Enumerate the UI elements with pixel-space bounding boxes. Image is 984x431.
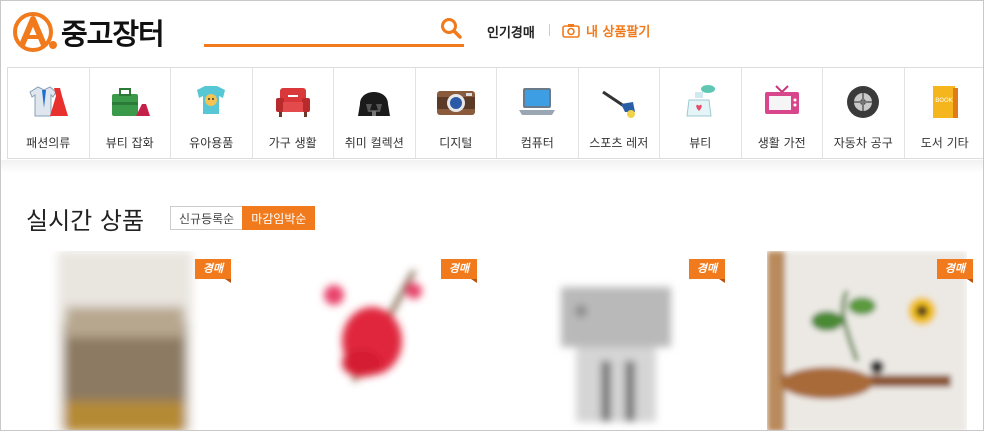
- book-icon: BOOK: [932, 86, 958, 118]
- header-divider: [549, 24, 550, 36]
- category-baby[interactable]: 유아용품: [170, 68, 252, 158]
- category-label: 뷰티: [689, 136, 712, 150]
- sort-ending-soon-button[interactable]: 마감임박순: [242, 206, 316, 230]
- category-label: 생활 가전: [757, 136, 806, 150]
- category-digital[interactable]: 디지털: [414, 68, 497, 158]
- category-appliance[interactable]: 생활 가전: [740, 68, 823, 158]
- category-furniture[interactable]: 가구 생활: [251, 68, 334, 158]
- search-box: [204, 15, 464, 47]
- clothes-icon: [29, 86, 69, 117]
- logo-a-icon: [13, 12, 57, 52]
- category-label: 패션의류: [26, 136, 71, 150]
- baby-onesie-icon: [197, 86, 226, 114]
- category-beauty-goods[interactable]: 뷰티 잡화: [88, 68, 171, 158]
- category-fashion[interactable]: 패션의류: [7, 68, 89, 158]
- camera-icon: [562, 24, 580, 38]
- category-auto[interactable]: 자동차 공구: [822, 68, 904, 158]
- category-shadow: [1, 160, 983, 174]
- category-beauty[interactable]: 뷰티: [659, 68, 741, 158]
- category-sports[interactable]: 스포츠 레저: [577, 68, 660, 158]
- sell-item-label: 내 상품팔기: [586, 25, 651, 40]
- search-input[interactable]: [204, 15, 434, 43]
- category-books[interactable]: BOOK 도서 기타: [903, 68, 984, 158]
- tv-icon: [764, 85, 799, 114]
- sell-item-link[interactable]: 내 상품팔기: [562, 21, 650, 40]
- category-hobby[interactable]: 취미 컬렉션: [333, 68, 415, 158]
- sort-newest-button[interactable]: 신규등록순: [170, 206, 243, 230]
- logo[interactable]: 중고장터: [9, 11, 165, 53]
- auction-badge: 경매: [689, 259, 725, 283]
- laptop-icon: [519, 88, 556, 115]
- golf-icon: [601, 90, 635, 118]
- header: 중고장터 인기경매 내 상품팔기: [1, 1, 983, 67]
- category-label: 컴퓨터: [520, 136, 554, 150]
- tire-icon: [847, 86, 880, 118]
- bag-shoes-icon: [111, 88, 150, 116]
- category-label: 유아용품: [189, 136, 234, 150]
- category-label: 도서 기타: [920, 136, 969, 150]
- hot-auction-link[interactable]: 인기경매: [487, 22, 535, 41]
- auction-badge: 경매: [195, 259, 231, 283]
- category-label: 가구 생활: [268, 136, 317, 150]
- sofa-icon: [275, 88, 310, 117]
- auction-badge: 경매: [937, 259, 973, 283]
- helmet-icon: [358, 92, 391, 116]
- category-label: 디지털: [439, 136, 473, 150]
- category-label: 자동차 공구: [833, 136, 893, 150]
- sort-tabs: 신규등록순 마감임박순: [170, 206, 316, 230]
- category-label: 스포츠 레저: [589, 136, 649, 150]
- auction-badge: 경매: [441, 259, 477, 283]
- search-icon[interactable]: [440, 17, 462, 39]
- book-icon-text: BOOK: [935, 97, 953, 104]
- logo-text: 중고장터: [61, 17, 165, 51]
- perfume-icon: [686, 85, 716, 117]
- category-computer[interactable]: 컴퓨터: [496, 68, 578, 158]
- page-frame: 중고장터 인기경매 내 상품팔기 패션의류 뷰티 잡화 유아용품 가구 생활 취…: [0, 0, 984, 431]
- category-bar: 패션의류 뷰티 잡화 유아용품 가구 생활 취미 컬렉션 디지털 컴퓨터 스포츠…: [7, 67, 984, 159]
- camera-icon: [436, 91, 475, 115]
- category-label: 뷰티 잡화: [105, 136, 154, 150]
- section-title: 실시간 상품: [26, 207, 145, 235]
- category-label: 취미 컬렉션: [344, 136, 404, 150]
